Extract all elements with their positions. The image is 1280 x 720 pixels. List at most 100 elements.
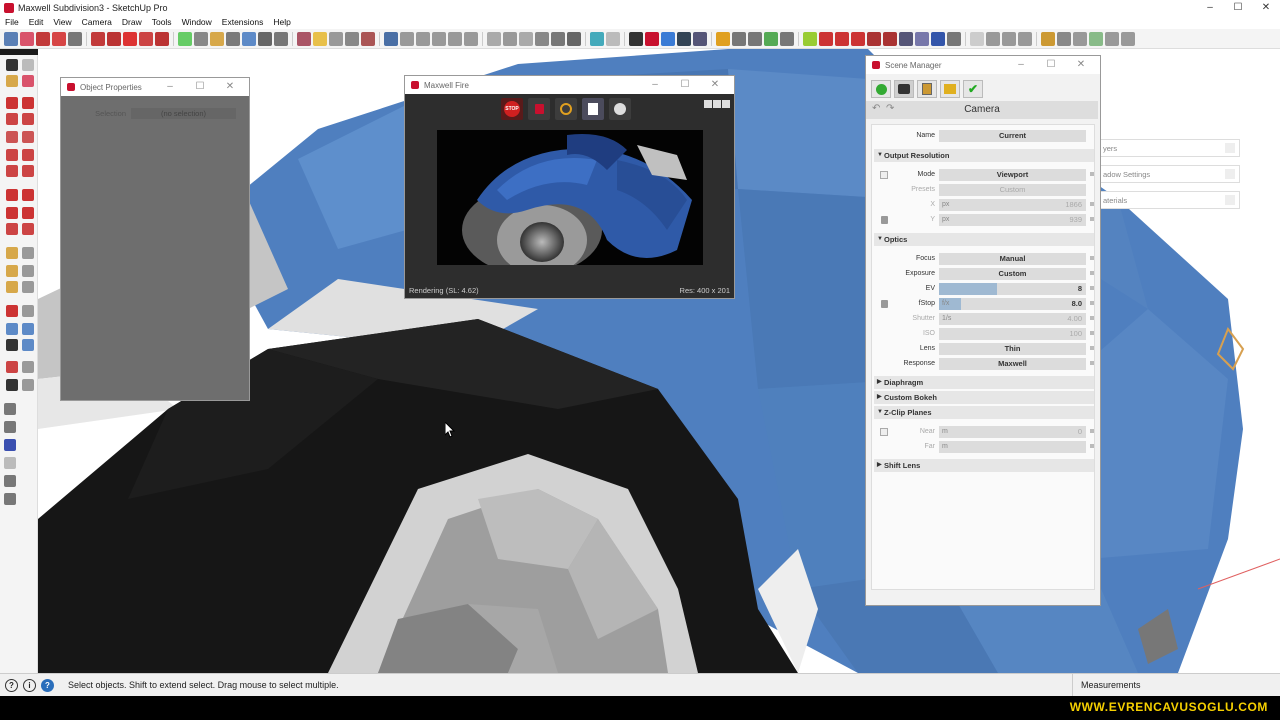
eraser-tool-icon[interactable] (20, 31, 34, 46)
protractor-icon[interactable] (1002, 31, 1016, 46)
minimize-button[interactable]: – (1196, 0, 1224, 15)
camera-toggle-icon[interactable] (606, 31, 620, 46)
pan-tool-icon[interactable] (242, 31, 256, 46)
exposure-anim-dot[interactable] (1090, 271, 1094, 275)
scale-tool-icon[interactable] (139, 31, 153, 46)
two-point-arc-icon[interactable] (22, 149, 34, 161)
tray-shadow-toggle[interactable] (1225, 169, 1235, 179)
tab-output[interactable] (940, 80, 960, 98)
tab-environment[interactable] (871, 80, 891, 98)
section-zclip[interactable]: ▼ Z-Clip Planes (874, 406, 1094, 419)
styles-icon[interactable] (329, 31, 343, 46)
dimension-icon[interactable] (986, 31, 1000, 46)
volumetric-icon[interactable] (915, 31, 929, 46)
dimension-left-icon[interactable] (22, 247, 34, 259)
orbit-left-icon[interactable] (6, 305, 18, 317)
particles-icon[interactable] (867, 31, 881, 46)
section-left-icon[interactable] (22, 379, 34, 391)
material-editor-icon[interactable] (748, 31, 762, 46)
maxwell-fire-titlebar[interactable]: Maxwell Fire – ☐ ✕ (405, 76, 734, 94)
select-tool-icon[interactable] (4, 31, 18, 46)
menu-tools[interactable]: Tools (147, 17, 177, 27)
tape-icon[interactable] (6, 247, 18, 259)
section-output-resolution[interactable]: ▼ Output Resolution (874, 149, 1094, 162)
follow-me-left-icon[interactable] (22, 207, 34, 219)
layout-icon[interactable] (4, 475, 16, 487)
proxy-icon[interactable] (899, 31, 913, 46)
back-view-icon[interactable] (448, 31, 462, 46)
brush-red-icon[interactable] (819, 31, 833, 46)
near-field[interactable]: 0 (939, 426, 1086, 438)
walk-icon[interactable] (6, 361, 18, 373)
tray-materials-toggle[interactable] (1225, 195, 1235, 205)
zoom-window-icon[interactable] (22, 323, 34, 335)
section-optics[interactable]: ▼ Optics (874, 233, 1094, 246)
maxwell-studio-icon[interactable] (677, 31, 691, 46)
menu-window[interactable]: Window (177, 17, 217, 27)
fstop-slider[interactable]: 8.0 (939, 298, 1086, 310)
lens-select[interactable]: Thin (939, 343, 1086, 355)
presets-select[interactable]: Custom (939, 184, 1086, 196)
ev-anim-dot[interactable] (1090, 286, 1094, 290)
close-button[interactable]: ✕ (1252, 0, 1280, 15)
zoom-left-icon[interactable] (6, 323, 18, 335)
shutter-anim-dot[interactable] (1090, 316, 1094, 320)
shaded-icon[interactable] (535, 31, 549, 46)
folder-icon[interactable] (716, 31, 730, 46)
paint-icon[interactable] (6, 75, 18, 87)
offset-tool-icon[interactable] (155, 31, 169, 46)
help-icon[interactable] (931, 31, 945, 46)
warehouse-icon[interactable] (4, 403, 16, 415)
maxwell-render-icon[interactable] (629, 31, 643, 46)
y-field[interactable]: 939 (939, 214, 1086, 226)
polygon-icon[interactable] (22, 131, 34, 143)
position-camera-icon[interactable] (6, 379, 18, 391)
geo-location-icon[interactable]: ? (5, 678, 18, 692)
far-field[interactable] (939, 441, 1086, 453)
push-pull-icon[interactable] (91, 31, 105, 46)
zoom-tool-icon[interactable] (258, 31, 272, 46)
right-view-icon[interactable] (432, 31, 446, 46)
far-anim-dot[interactable] (1090, 444, 1094, 448)
top-view-icon[interactable] (400, 31, 414, 46)
iso-slider[interactable]: 100 (939, 328, 1086, 340)
shutter-slider[interactable]: 4.00 (939, 313, 1086, 325)
rectangle-icon[interactable] (6, 113, 18, 125)
hidden-line-icon[interactable] (519, 31, 533, 46)
refresh-button[interactable] (555, 98, 577, 120)
tray-materials[interactable]: aterials (1100, 191, 1240, 209)
mode-anim-dot[interactable] (1090, 172, 1094, 176)
flip-edge-icon[interactable] (1121, 31, 1135, 46)
parameters-button[interactable] (582, 98, 604, 120)
share-icon[interactable] (4, 457, 16, 469)
select-arrow-icon[interactable] (6, 59, 18, 71)
rotate-tool-icon[interactable] (123, 31, 137, 46)
panel-close-button[interactable]: ✕ (700, 76, 730, 94)
maximize-button[interactable]: ☐ (1224, 0, 1252, 15)
iso-anim-dot[interactable] (1090, 331, 1094, 335)
section-plane-icon[interactable] (361, 31, 375, 46)
sandbox-icon[interactable] (1041, 31, 1055, 46)
expand-view-icon[interactable] (722, 100, 730, 108)
pan-left-icon[interactable] (22, 305, 34, 317)
monochrome-icon[interactable] (567, 31, 581, 46)
near-anim-dot[interactable] (1090, 429, 1094, 433)
scene-manager-titlebar[interactable]: Scene Manager – ☐ ✕ (866, 56, 1100, 74)
follow-me-icon[interactable] (970, 31, 984, 46)
emitter-icon[interactable] (835, 31, 849, 46)
menu-help[interactable]: Help (268, 17, 295, 27)
panel-maximize-button[interactable]: ☐ (185, 78, 215, 96)
offset-icon[interactable] (22, 223, 34, 235)
3d-text-icon[interactable] (22, 281, 34, 293)
x-field[interactable]: 1866 (939, 199, 1086, 211)
layers-icon[interactable] (345, 31, 359, 46)
fstop-anim-dot[interactable] (1090, 301, 1094, 305)
move-icon[interactable] (6, 189, 18, 201)
shape-tool-icon[interactable] (68, 31, 82, 46)
menu-draw[interactable]: Draw (117, 17, 147, 27)
section-diaphragm[interactable]: ▶ Diaphragm (874, 376, 1094, 389)
tab-render[interactable] (917, 80, 937, 98)
credits-icon[interactable]: i (23, 678, 36, 692)
move-tool-icon[interactable] (107, 31, 121, 46)
iso-view-icon[interactable] (384, 31, 398, 46)
